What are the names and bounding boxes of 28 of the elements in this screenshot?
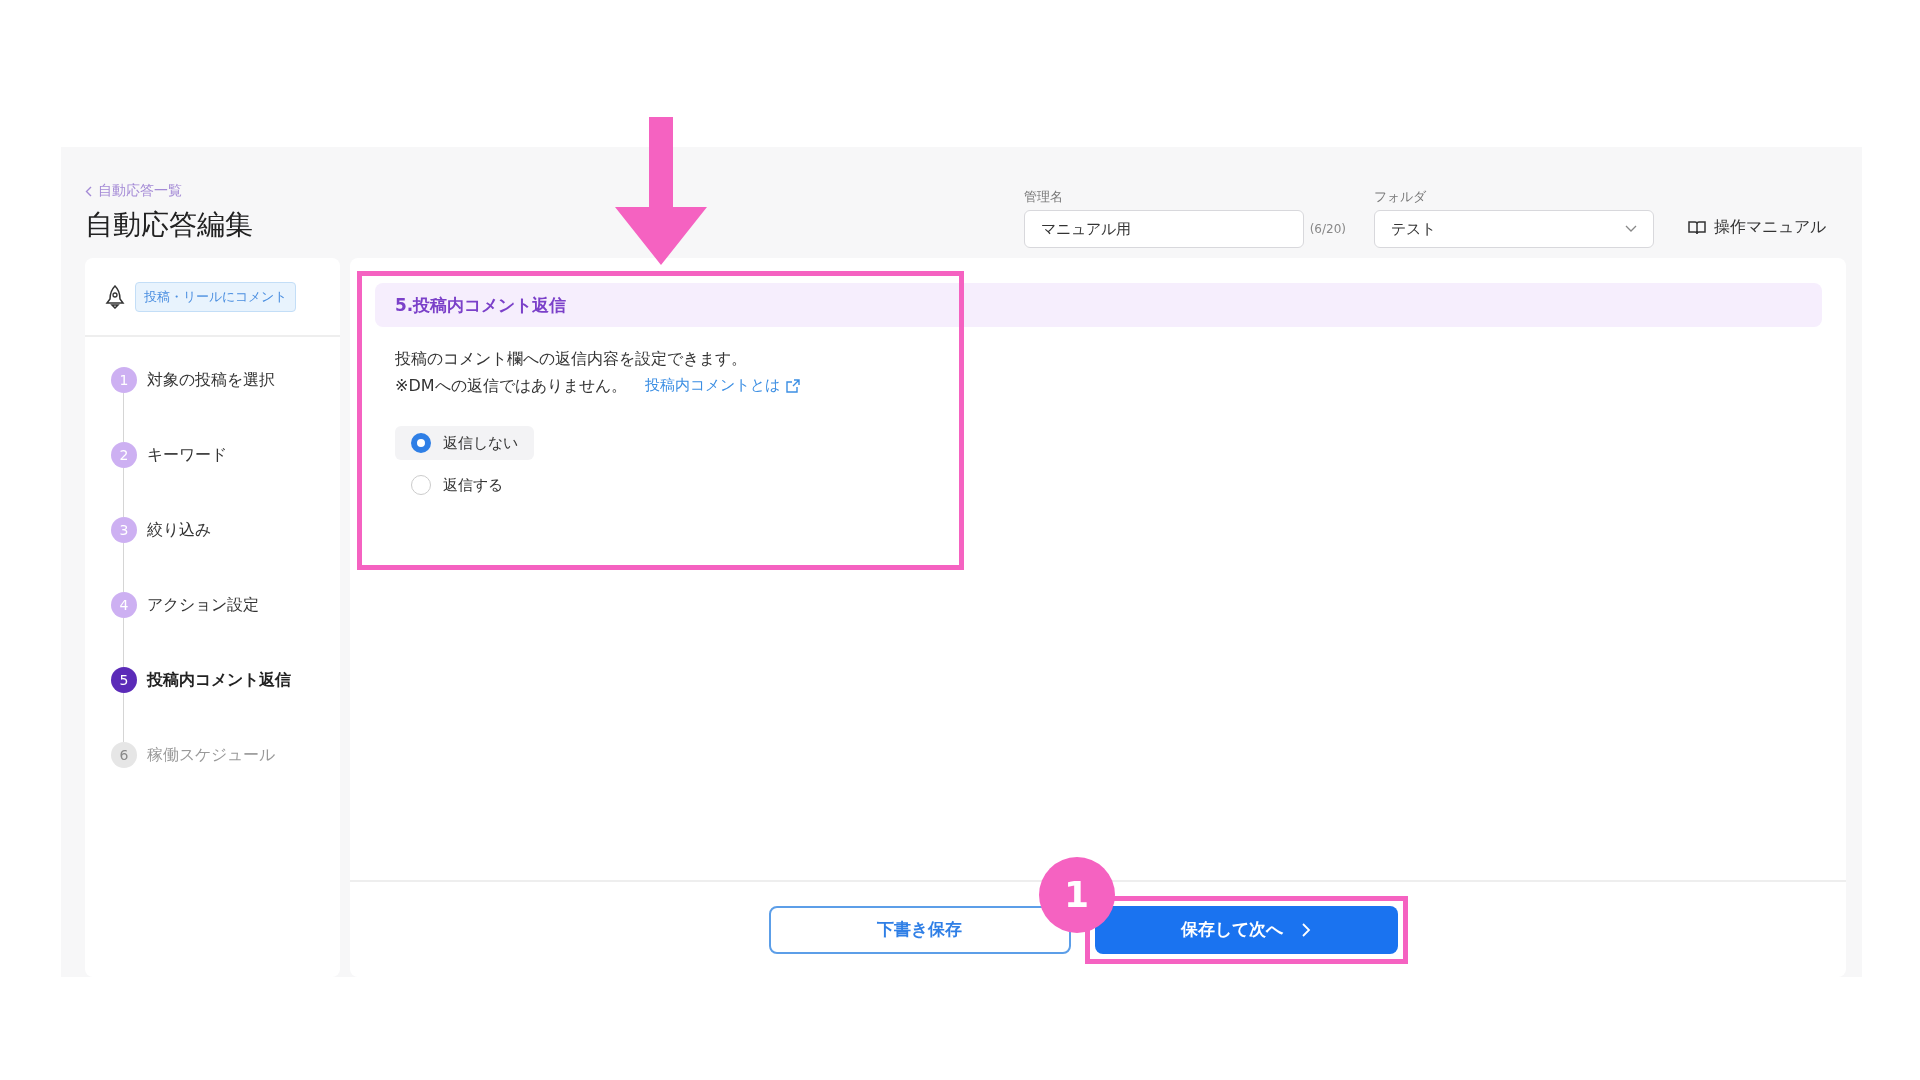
field-label: フォルダ	[1374, 188, 1427, 206]
field-label: 管理名	[1023, 188, 1064, 206]
external-link-icon	[785, 378, 800, 393]
trigger-tag: 投稿・リールにコメント	[135, 281, 296, 312]
section-header: 5.投稿内コメント返信	[375, 283, 1822, 327]
step-item[interactable]: 4 アクション設定	[111, 592, 340, 618]
radio-option[interactable]: 返信する	[395, 468, 519, 502]
page-title: 自動応答編集	[85, 207, 254, 243]
save-next-button[interactable]: 保存して次へ	[1094, 905, 1398, 954]
name-input[interactable]: マニュアル用	[1023, 210, 1304, 248]
folder-select[interactable]: テスト	[1374, 210, 1654, 248]
step-badge: 1	[1038, 856, 1115, 933]
rocket-icon	[105, 284, 125, 309]
chevron-down-icon	[1625, 225, 1637, 233]
step-item[interactable]: 1 対象の投稿を選択	[111, 367, 340, 393]
step-item[interactable]: 3 絞り込み	[111, 517, 340, 543]
book-icon	[1688, 220, 1706, 235]
character-count: (6/20)	[1309, 222, 1346, 236]
help-link[interactable]: 投稿内コメントとは	[644, 376, 800, 395]
step-item[interactable]: 5 投稿内コメント返信	[111, 667, 340, 693]
manual-link[interactable]: 操作マニュアル	[1688, 217, 1826, 258]
note-text: ※DMへの返信ではありません。	[395, 375, 627, 397]
chevron-right-icon	[1301, 921, 1311, 938]
description-text: 投稿のコメント欄への返信内容を設定できます。	[395, 348, 748, 370]
radio-option[interactable]: 返信しない	[395, 426, 534, 460]
arrow-down-icon	[615, 117, 707, 265]
step-item[interactable]: 2 キーワード	[111, 442, 340, 468]
chevron-left-icon	[85, 185, 92, 197]
